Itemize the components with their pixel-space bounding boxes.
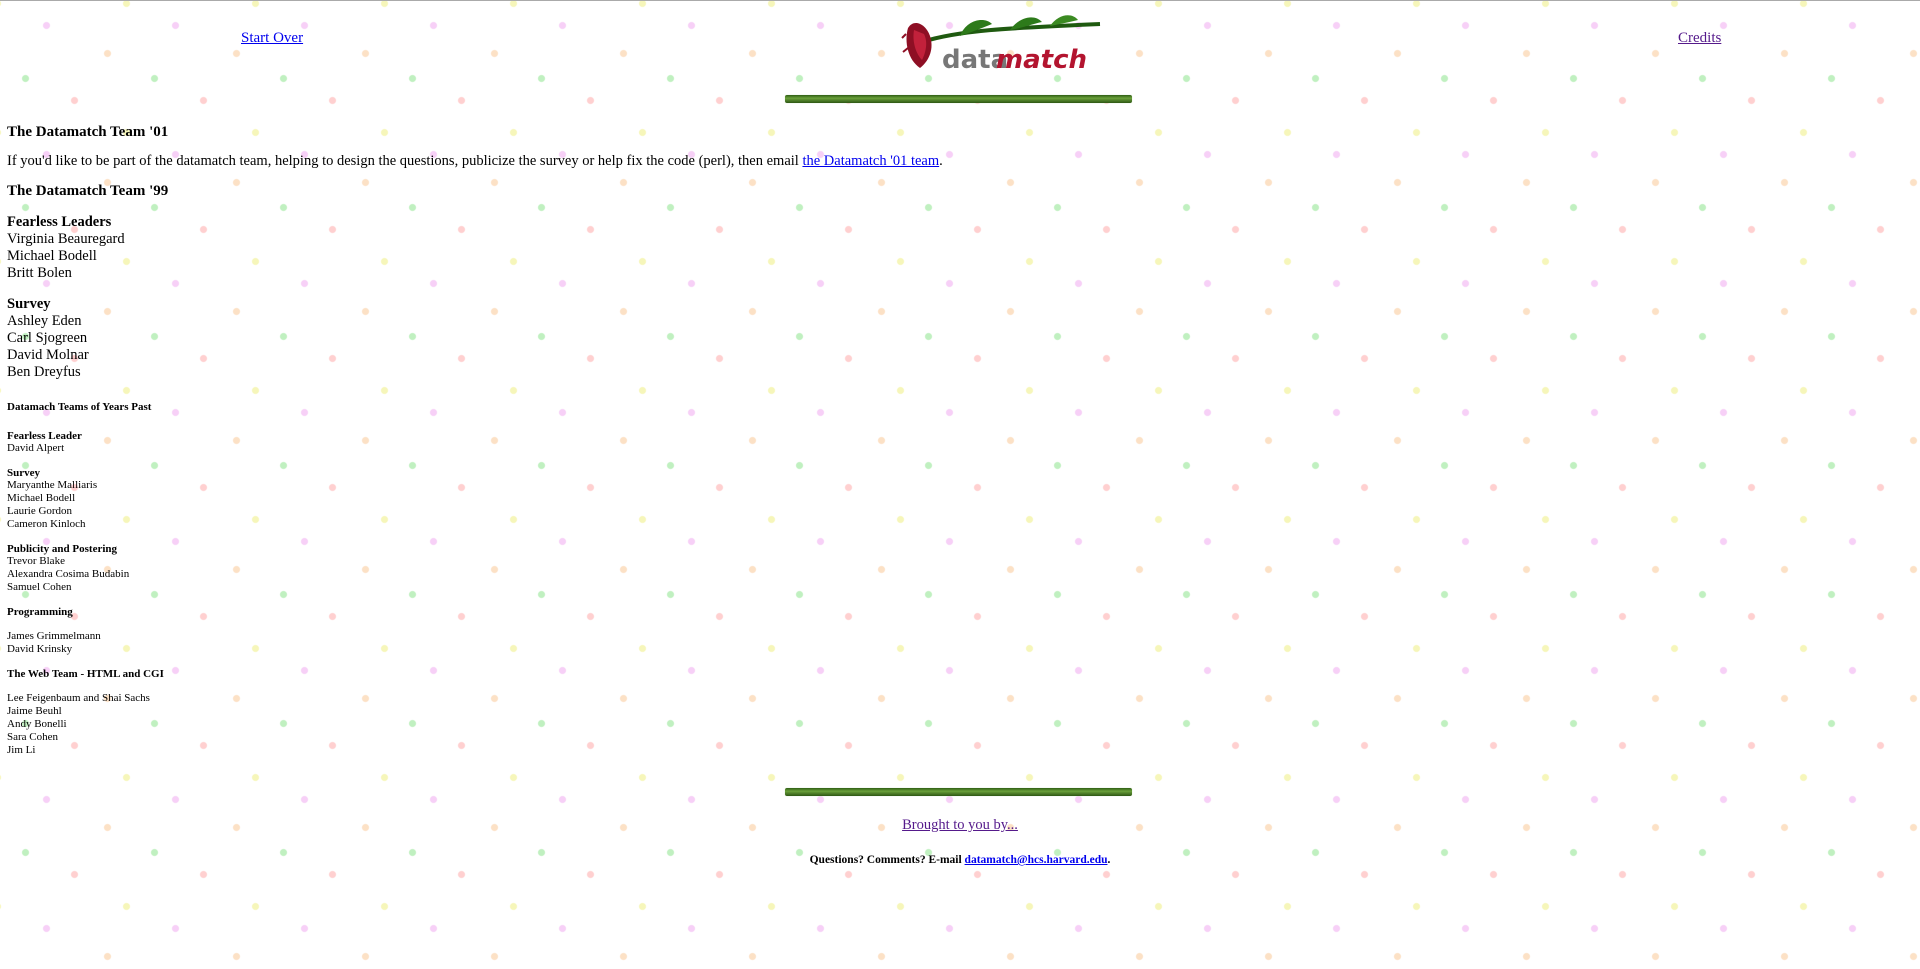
member-name: David Molnar — [7, 347, 89, 363]
divider-bottom — [785, 788, 1132, 796]
top-border — [0, 0, 1920, 1]
member-name: Jim Li — [7, 744, 36, 756]
member-name: Ben Dreyfus — [7, 364, 81, 380]
member-name: James Grimmelmann — [7, 630, 101, 642]
member-name: Trevor Blake — [7, 555, 65, 567]
member-name: Cameron Kinloch — [7, 518, 86, 530]
team-01-email-link[interactable]: the Datamatch '01 team — [802, 153, 939, 169]
team-01-paragraph: If you'd like to be part of the datamatc… — [7, 153, 1907, 170]
team-01-title: The Datamatch Team '01 — [7, 124, 169, 140]
member-name: Sara Cohen — [7, 731, 59, 743]
team-01-text: If you'd like to be part of the datamatc… — [7, 153, 803, 169]
group-title: Programming — [7, 606, 73, 618]
group-title: Fearless Leaders — [7, 214, 112, 230]
past-group-programming: Programming James Grimmelmann David Krin… — [7, 606, 1907, 656]
member-name: Michael Bodell — [7, 248, 97, 264]
past-group-leader: Fearless Leader David Alpert — [7, 430, 1907, 455]
member-name: Alexandra Cosima Budabin — [7, 568, 130, 580]
divider-top — [785, 95, 1132, 103]
brought-to-you-by-link[interactable]: Brought to you by... — [902, 817, 1018, 833]
member-name: David Alpert — [7, 442, 65, 454]
logo-text-match: match — [996, 45, 1087, 74]
team-99-leaders: Fearless Leaders Virginia Beauregard Mic… — [7, 214, 1907, 282]
contact-email-link[interactable]: datamatch@hcs.harvard.edu — [965, 854, 1108, 866]
member-name: Michael Bodell — [7, 492, 76, 504]
group-title: The Web Team - HTML and CGI — [7, 668, 164, 680]
member-name: Maryanthe Malliaris — [7, 479, 98, 491]
member-name: Ashley Eden — [7, 313, 82, 329]
credits-link[interactable]: Credits — [1678, 30, 1721, 47]
team-01-text-end: . — [939, 153, 943, 169]
member-name: Britt Bolen — [7, 265, 72, 281]
contact-text: Questions? Comments? E-mail — [809, 854, 965, 866]
member-name: Andy Bonelli — [7, 718, 67, 730]
past-group-survey: Survey Maryanthe Malliaris Michael Bodel… — [7, 467, 1907, 531]
contact-text-end: . — [1107, 854, 1111, 866]
member-name: Samuel Cohen — [7, 581, 72, 593]
group-title: Publicity and Postering — [7, 543, 118, 555]
datamatch-rose-logo: data match — [901, 15, 1101, 74]
past-teams-title: Datamach Teams of Years Past — [7, 401, 152, 413]
member-name: David Krinsky — [7, 643, 73, 655]
team-99-survey: Survey Ashley Eden Carl Sjogreen David M… — [7, 296, 1907, 381]
member-name: Virginia Beauregard — [7, 231, 125, 247]
team-99-title: The Datamatch Team '99 — [7, 183, 169, 199]
group-title: Survey — [7, 467, 40, 479]
footer-brought-by: Brought to you by... — [0, 817, 1920, 834]
footer-contact: Questions? Comments? E-mail datamatch@hc… — [0, 854, 1920, 866]
start-over-link[interactable]: Start Over — [241, 30, 303, 47]
group-title: Survey — [7, 296, 51, 312]
past-group-publicity: Publicity and Postering Trevor Blake Ale… — [7, 543, 1907, 594]
member-name: Carl Sjogreen — [7, 330, 88, 346]
main-content: The Datamatch Team '01 If you'd like to … — [7, 122, 1907, 757]
member-name: Lee Feigenbaum and Shai Sachs — [7, 692, 150, 704]
header: Start Over data match Credits — [0, 8, 1920, 78]
past-group-web-team: The Web Team - HTML and CGI Lee Feigenba… — [7, 668, 1907, 757]
member-name: Jaime Beuhl — [7, 705, 62, 717]
group-title: Fearless Leader — [7, 430, 82, 442]
member-name: Laurie Gordon — [7, 505, 73, 517]
